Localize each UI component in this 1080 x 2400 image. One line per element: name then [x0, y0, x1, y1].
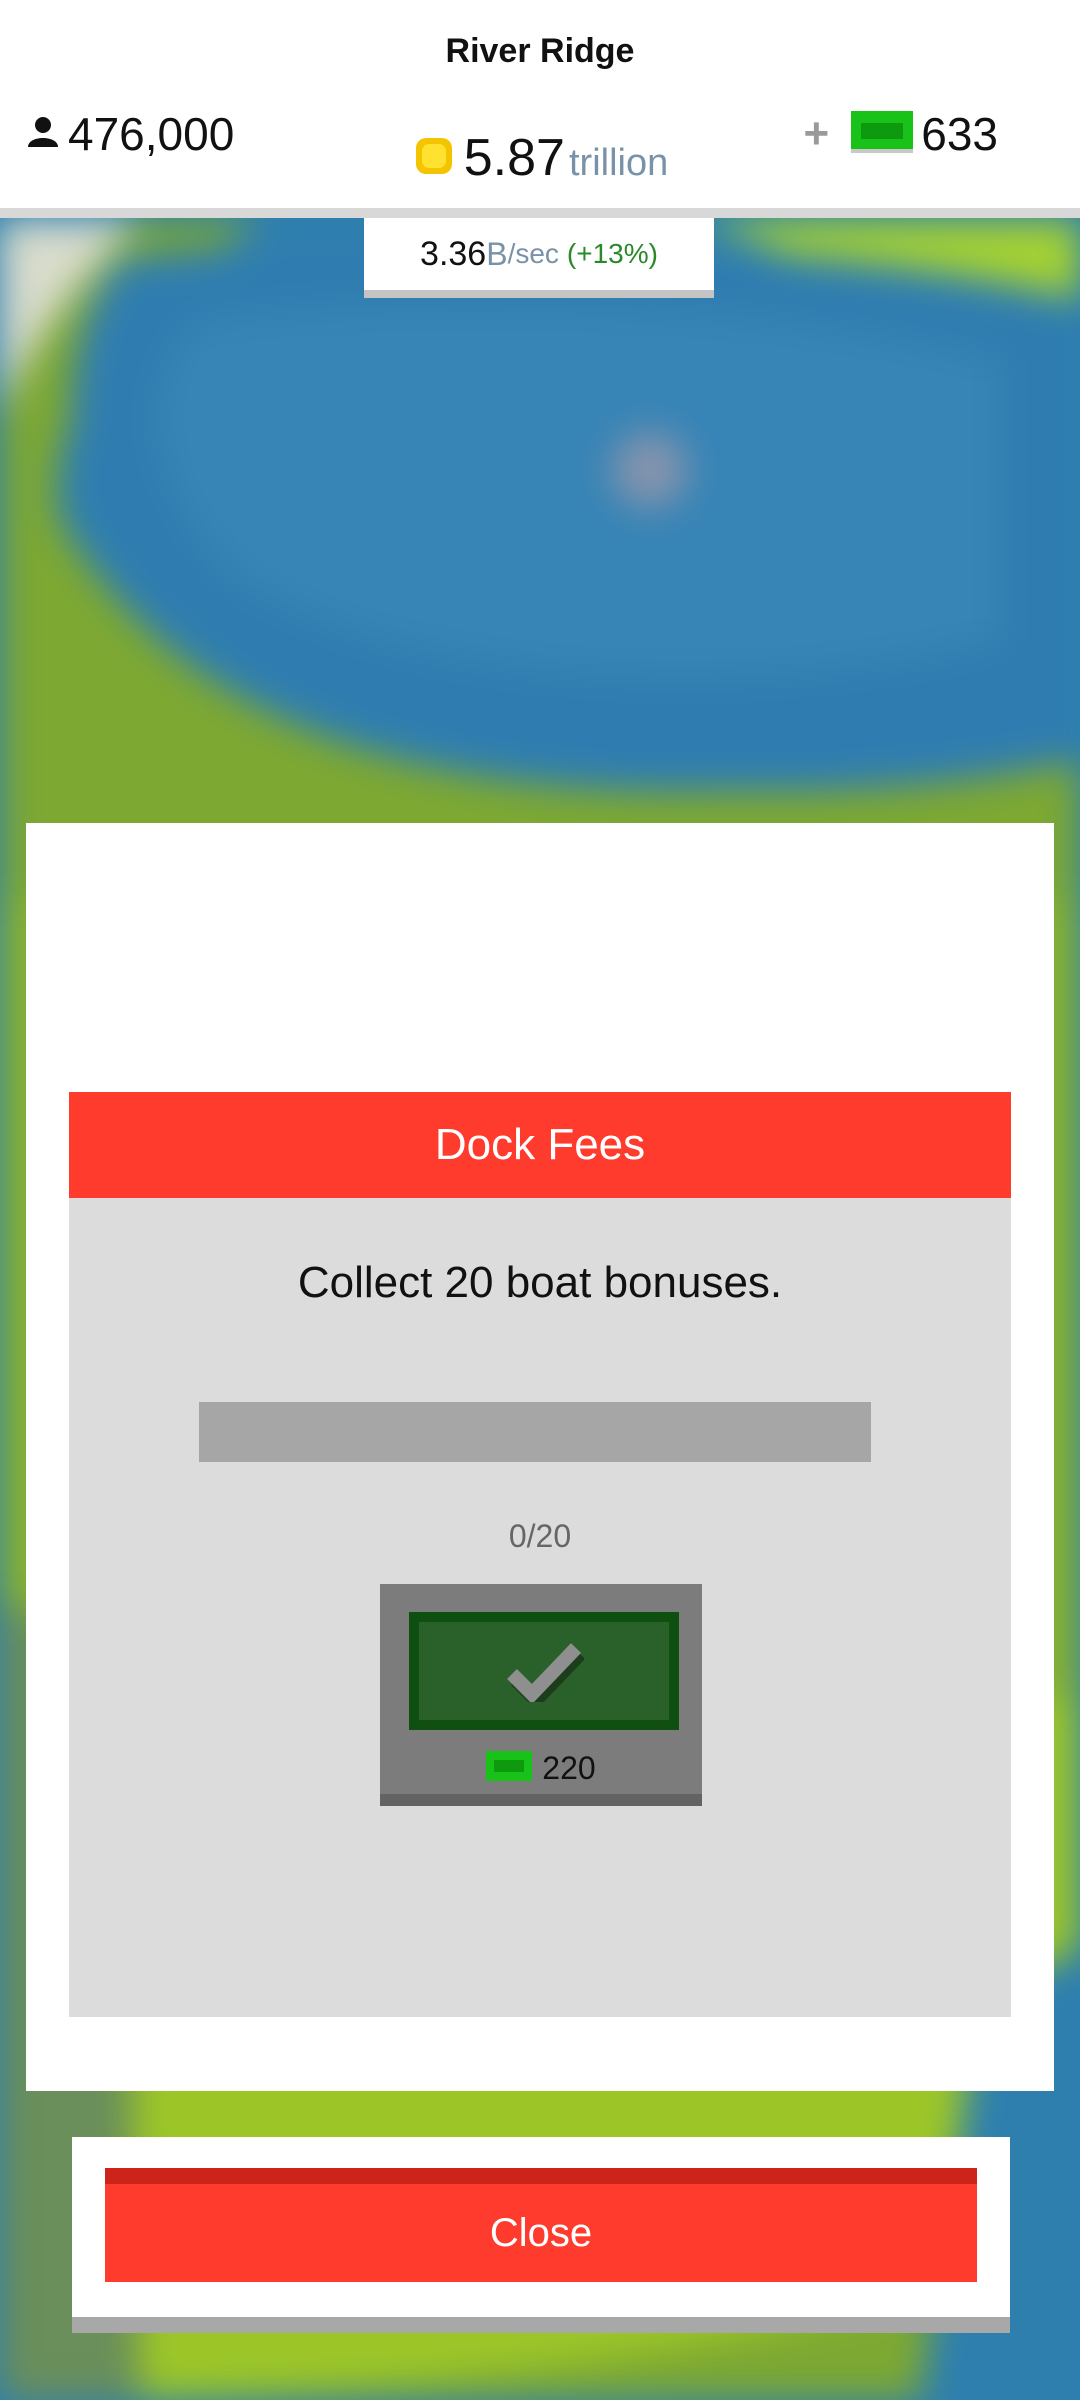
claim-reward-panel: 220 — [380, 1584, 702, 1806]
cash-bill-icon — [486, 1750, 533, 1786]
goal-card: Dock Fees Collect 20 boat bonuses. 0/20 — [69, 1092, 1011, 2017]
goal-progress-bar — [199, 1402, 871, 1462]
claim-reward-button[interactable] — [409, 1612, 679, 1730]
goal-progress-text: 0/20 — [508, 1518, 572, 1554]
goal-modal: Dock Fees Collect 20 boat bonuses. 0/20 — [26, 823, 1054, 2091]
money-value: 5.87 — [463, 129, 565, 187]
rate-bonus: (+13%) — [566, 238, 658, 269]
goal-title: Dock Fees — [434, 1120, 646, 1169]
buy-cash-button[interactable]: + — [804, 109, 830, 159]
cash-value: 633 — [921, 108, 998, 160]
rate-value: 3.36 — [420, 234, 487, 273]
goal-header: Dock Fees — [69, 1092, 1011, 1198]
top-bar: River Ridge 476,000 5.87 trillion + 633 — [0, 0, 1080, 218]
money-unit: trillion — [568, 142, 669, 184]
income-rate: 3.36 B /sec (+13%) — [364, 218, 714, 298]
rate-per-second: /sec — [507, 238, 559, 269]
cash-display: + 633 — [804, 106, 998, 162]
reward-amount: 220 — [542, 1749, 596, 1786]
coin-icon — [412, 134, 456, 183]
close-label: Close — [489, 2210, 593, 2255]
close-panel: Close — [72, 2137, 1010, 2333]
rate-unit: B — [486, 235, 508, 272]
close-button[interactable]: Close — [105, 2168, 977, 2282]
cash-bill-icon — [851, 110, 914, 158]
goal-description: Collect 20 boat bonuses. — [297, 1258, 783, 1307]
checkmark-icon — [504, 1636, 586, 1710]
city-name: River Ridge — [445, 32, 635, 70]
reward-display: 220 — [380, 1748, 702, 1788]
